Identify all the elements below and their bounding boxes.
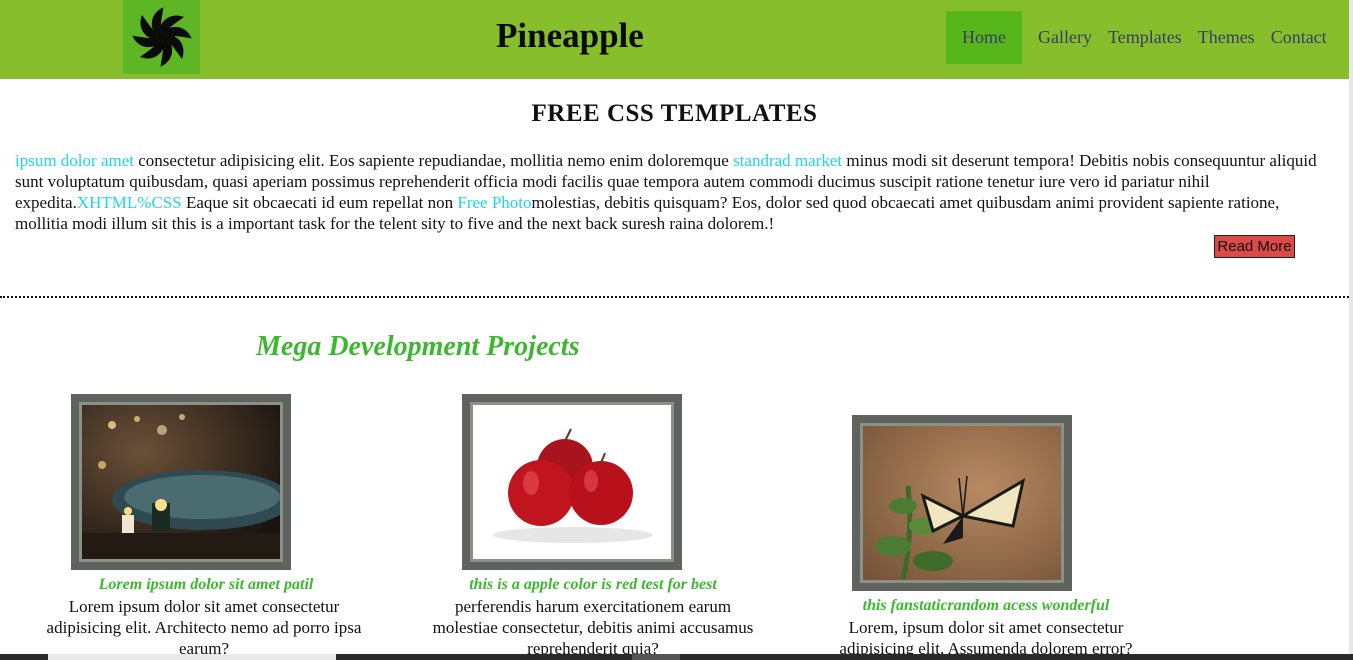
project-image-frame[interactable]: [462, 394, 682, 570]
project-description: Lorem ipsum dolor sit amet consectetur a…: [46, 597, 362, 658]
project-caption: this fanstaticrandom acess wonderful: [862, 597, 1110, 614]
site-title: Pineapple: [496, 16, 644, 55]
project-description: Lorem, ipsum dolor sit amet consectetur …: [839, 618, 1133, 658]
red-apples-image: [473, 405, 671, 559]
site-header: Pineapple Home Gallery Templates Themes …: [0, 0, 1349, 79]
taskbar: [0, 654, 1353, 660]
link-xhtml-css[interactable]: XHTML%CSS: [77, 193, 182, 212]
pinwheel-icon: [131, 7, 192, 67]
intro-text-3: Eaque sit obcaecati id eum repellat non: [181, 193, 458, 212]
nav-themes[interactable]: Themes: [1190, 11, 1263, 64]
site-logo[interactable]: [123, 0, 200, 74]
project-caption: Lorem ipsum dolor sit amet patil: [98, 576, 314, 593]
main-nav: Home Gallery Templates Themes Contact: [946, 11, 1335, 64]
intro-title: FREE CSS TEMPLATES: [531, 100, 818, 127]
project-description: perferendis harum exercitationem earum m…: [432, 597, 754, 658]
scrollbar[interactable]: [1349, 0, 1353, 660]
project-caption: this is a apple color is red test for be…: [469, 576, 717, 593]
intro-paragraph: ipsum dolor amet consectetur adipisicing…: [15, 150, 1330, 234]
nav-gallery[interactable]: Gallery: [1030, 11, 1100, 64]
section-divider: [0, 296, 1349, 298]
read-more-button[interactable]: Read More: [1214, 235, 1295, 258]
nav-home[interactable]: Home: [946, 11, 1022, 64]
link-standrad-market[interactable]: standrad market: [733, 151, 842, 170]
link-free-photo[interactable]: Free Photo: [457, 193, 531, 212]
project-image-frame[interactable]: [852, 415, 1072, 591]
butterfly-image: [863, 426, 1061, 580]
nav-templates[interactable]: Templates: [1100, 11, 1190, 64]
taskbar-item[interactable]: [632, 654, 680, 660]
project-image-frame[interactable]: [71, 394, 291, 570]
link-ipsum-dolor[interactable]: ipsum dolor amet: [15, 151, 134, 170]
projects-title: Mega Development Projects: [256, 331, 580, 362]
nav-contact[interactable]: Contact: [1263, 11, 1335, 64]
taskbar-item[interactable]: [48, 654, 336, 660]
bath-candles-image: [82, 405, 280, 559]
intro-text-1: consectetur adipisicing elit. Eos sapien…: [133, 151, 734, 170]
